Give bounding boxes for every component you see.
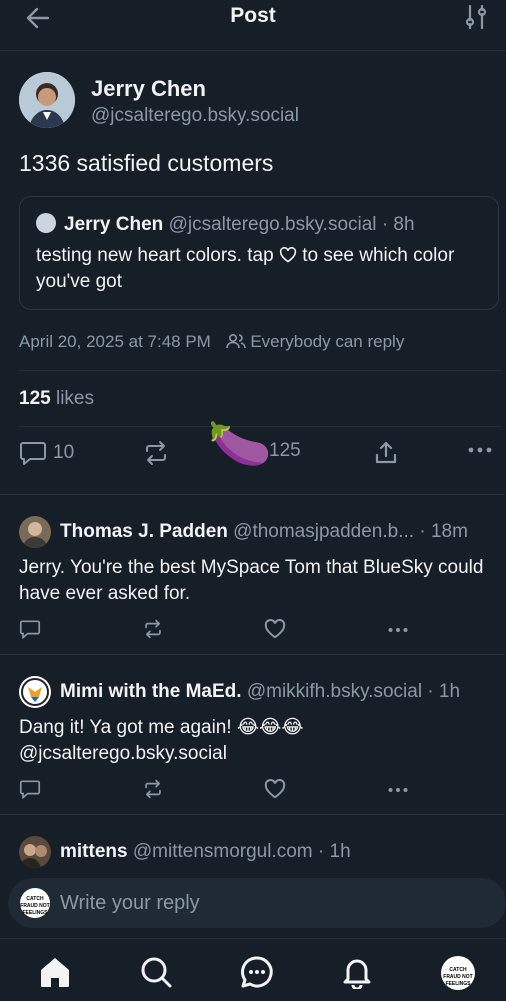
post-timestamp: April 20, 2025 at 7:48 PM <box>19 332 211 351</box>
repost-icon <box>146 441 166 465</box>
repost-icon[interactable] <box>142 619 164 639</box>
quoted-author-handle: @jcsalterego.bsky.social <box>168 214 377 235</box>
post-text: 1336 satisfied customers <box>19 150 274 176</box>
like-button[interactable]: 125 <box>269 440 301 462</box>
people-icon <box>225 333 246 349</box>
search-icon[interactable] <box>139 955 173 989</box>
eggplant-reaction-emoji[interactable]: 🍆 <box>205 409 275 479</box>
reply-button[interactable]: 10 <box>19 440 74 466</box>
comment-icon <box>20 442 46 465</box>
reply-item[interactable]: Mimi with the MaEd. @mikkifh.bsky.social… <box>0 654 506 815</box>
reply-composer[interactable]: CATCH FRAUD NOT FEELINGS Write your repl… <box>8 878 506 928</box>
reply-input-placeholder[interactable]: Write your reply <box>60 892 200 915</box>
author-name[interactable]: Jerry Chen <box>91 76 206 102</box>
repost-button[interactable] <box>142 440 170 466</box>
likes-summary[interactable]: 125 likes <box>19 388 94 410</box>
likes-count: 125 <box>19 388 51 409</box>
divider <box>19 370 501 371</box>
reply-text: Jerry. You're the best MySpace Tom that … <box>19 557 484 604</box>
reply-avatar[interactable] <box>19 516 51 548</box>
share-icon <box>375 441 397 464</box>
heart-outline-icon <box>279 247 297 263</box>
heart-icon[interactable] <box>264 779 286 799</box>
reply-actions <box>19 619 499 643</box>
reply-header: Thomas J. Padden @thomasjpadden.b... · 1… <box>60 521 498 543</box>
reply-time: · 18m <box>419 521 468 542</box>
reply-header: Mimi with the MaEd. @mikkifh.bsky.social… <box>60 681 498 703</box>
post-meta: April 20, 2025 at 7:48 PM Everybody can … <box>19 332 404 352</box>
reply-avatar[interactable] <box>19 676 51 708</box>
reply-author-handle[interactable]: @thomasjpadden.b... <box>233 521 414 542</box>
quoted-post-header: Jerry Chen @jcsalterego.bsky.social · 8h <box>36 213 415 236</box>
bottom-navigation: CATCH FRAUD NOT FEELINGS <box>0 938 506 1001</box>
chat-icon[interactable] <box>240 955 274 989</box>
heart-icon[interactable] <box>264 619 286 639</box>
more-dots-icon[interactable] <box>386 625 410 635</box>
reply-header: mittens @mittensmorgul.com · 1h <box>60 841 498 863</box>
page-title: Post <box>230 4 276 27</box>
quoted-post[interactable]: Jerry Chen @jcsalterego.bsky.social · 8h… <box>19 196 499 310</box>
notifications-bell-icon[interactable] <box>340 955 374 989</box>
composer-avatar: CATCH FRAUD NOT FEELINGS <box>20 888 50 918</box>
quoted-post-time: · 8h <box>381 214 415 235</box>
reply-actions <box>19 779 499 803</box>
quoted-text-part: testing new heart colors. tap <box>36 245 279 266</box>
quoted-post-text: testing new heart colors. tap to see whi… <box>36 243 482 295</box>
repost-icon[interactable] <box>142 779 164 799</box>
reply-count: 10 <box>53 442 75 463</box>
reply-time: · 1h <box>317 841 351 862</box>
reply-author-name[interactable]: Thomas J. Padden <box>60 521 228 542</box>
sliders-icon[interactable] <box>464 4 488 30</box>
quoted-author-name: Jerry Chen <box>64 214 164 235</box>
comment-icon[interactable] <box>19 619 41 639</box>
profile-avatar[interactable]: CATCH FRAUD NOT FEELINGS <box>441 956 475 990</box>
home-icon[interactable] <box>38 955 72 989</box>
reply-item[interactable]: Thomas J. Padden @thomasjpadden.b... · 1… <box>0 494 506 655</box>
top-bar: Post <box>0 0 506 51</box>
reply-setting[interactable]: Everybody can reply <box>250 332 404 351</box>
reply-item[interactable]: mittens @mittensmorgul.com · 1h <box>0 814 506 875</box>
like-count: 125 <box>269 440 301 461</box>
reply-author-handle[interactable]: @mikkifh.bsky.social <box>247 681 422 702</box>
reply-avatar[interactable] <box>19 836 51 868</box>
likes-label: likes <box>55 388 94 409</box>
reply-text: Dang it! Ya got me again! 😂😂😂 @jcsaltere… <box>19 717 304 764</box>
comment-icon[interactable] <box>19 779 41 799</box>
more-options-button[interactable] <box>467 444 493 456</box>
share-button[interactable] <box>373 440 399 466</box>
more-dots-icon[interactable] <box>386 785 410 795</box>
author-avatar[interactable] <box>19 72 75 128</box>
reply-author-handle[interactable]: @mittensmorgul.com <box>133 841 313 862</box>
author-handle[interactable]: @jcsalterego.bsky.social <box>91 105 299 127</box>
quoted-author-avatar <box>36 213 56 233</box>
reply-time: · 1h <box>427 681 461 702</box>
reply-author-name[interactable]: mittens <box>60 841 128 862</box>
reply-author-name[interactable]: Mimi with the MaEd. <box>60 681 242 702</box>
more-dots-icon <box>468 447 492 453</box>
